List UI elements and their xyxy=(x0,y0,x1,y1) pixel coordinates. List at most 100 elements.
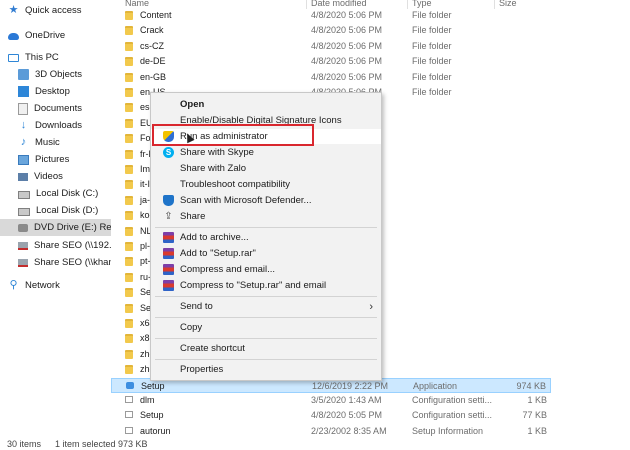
sidebar-item-label: Music xyxy=(35,137,60,148)
file-date: 4/8/2020 5:06 PM xyxy=(311,56,383,67)
folder-icon xyxy=(125,88,133,97)
file-size: 1 KB xyxy=(527,395,547,405)
menu-item-label: Open xyxy=(180,99,205,110)
videos-icon xyxy=(18,172,28,181)
menu-item-label: Scan with Microsoft Defender... xyxy=(180,195,312,206)
menu-item[interactable]: Open xyxy=(151,97,381,112)
sidebar-item[interactable]: Share SEO (\\192.16 xyxy=(0,237,111,254)
cloud-icon xyxy=(8,33,19,40)
defender-icon xyxy=(163,195,174,206)
file-name: autorun xyxy=(140,425,171,436)
file-row[interactable]: Setup 4/8/2020 5:05 PM Configuration setti… xyxy=(111,408,551,423)
network-icon: ⚲ xyxy=(9,279,18,291)
menu-item[interactable]: Share with Zalo xyxy=(151,161,381,176)
sidebar-item[interactable]: ⚲ Network xyxy=(0,277,111,294)
sidebar-item[interactable]: Local Disk (D:) xyxy=(0,202,111,219)
file-type: File folder xyxy=(412,25,452,36)
file-row[interactable]: en-GB 4/8/2020 5:06 PM File folder xyxy=(111,70,551,85)
file-date: 12/6/2019 2:22 PM xyxy=(312,380,389,391)
file-type: File folder xyxy=(412,56,452,67)
sidebar-item[interactable]: Videos xyxy=(0,168,111,185)
file-date: 4/8/2020 5:05 PM xyxy=(311,410,383,421)
folder-icon xyxy=(125,319,133,328)
menu-item-label: Add to archive... xyxy=(180,232,249,243)
column-header-name[interactable]: Name xyxy=(125,0,149,8)
file-type: Configuration setti... xyxy=(412,410,493,421)
folder-icon xyxy=(125,242,133,251)
menu-item[interactable]: S Share with Skype xyxy=(151,145,381,160)
menu-item-label: Copy xyxy=(180,322,203,333)
sidebar-item[interactable]: ♪ Music xyxy=(0,134,111,151)
menu-item[interactable]: Properties xyxy=(151,362,381,377)
sidebar-item[interactable]: OneDrive xyxy=(0,27,111,44)
selection-info: 1 item selected 973 KB xyxy=(55,439,148,449)
sidebar-item-label: DVD Drive (E:) Revit xyxy=(34,222,111,233)
sidebar-item[interactable]: ★ Quick access xyxy=(0,2,111,19)
menu-item-label: Troubleshoot compatibility xyxy=(180,179,291,190)
sidebar-item[interactable]: This PC xyxy=(0,49,111,66)
sidebar-item[interactable]: Pictures xyxy=(0,151,111,168)
sidebar-item[interactable]: ↓ Downloads xyxy=(0,117,111,134)
menu-item-label: Share with Skype xyxy=(180,147,254,158)
menu-item[interactable]: Scan with Microsoft Defender... xyxy=(151,193,381,208)
file-row[interactable]: dlm 3/5/2020 1:43 AM Configuration setti..… xyxy=(111,393,551,408)
column-header-date-modified[interactable]: Date modified xyxy=(311,0,367,8)
column-header-size[interactable]: Size xyxy=(499,0,517,8)
menu-item[interactable]: Create shortcut xyxy=(151,341,381,356)
folder-icon xyxy=(125,11,133,20)
file-icon xyxy=(125,411,133,419)
file-row[interactable]: cs-CZ 4/8/2020 5:06 PM File folder xyxy=(111,39,551,54)
star-icon: ★ xyxy=(8,4,19,16)
menu-item-label: Create shortcut xyxy=(180,343,245,354)
menu-item[interactable]: Add to archive... xyxy=(151,230,381,245)
sidebar-item-label: Network xyxy=(25,280,60,291)
menu-item[interactable]: Add to "Setup.rar" xyxy=(151,246,381,261)
file-name: Setup xyxy=(140,410,164,421)
folder-icon xyxy=(125,134,133,144)
sidebar-item-label: Videos xyxy=(34,171,63,182)
file-name: Setup xyxy=(141,380,165,391)
sidebar-item-label: Downloads xyxy=(35,120,82,131)
file-row[interactable]: de-DE 4/8/2020 5:06 PM File folder xyxy=(111,54,551,69)
vertical-scrollbar[interactable] xyxy=(614,0,630,436)
menu-item-label: Send to xyxy=(180,301,213,312)
file-name: Content xyxy=(140,10,172,20)
file-date: 4/8/2020 5:06 PM xyxy=(311,71,383,82)
menu-item[interactable]: Copy xyxy=(151,320,381,335)
file-name: cs-CZ xyxy=(140,40,164,51)
folder-icon xyxy=(125,195,133,205)
menu-item[interactable]: Send to › xyxy=(151,299,381,314)
file-row[interactable]: Content 4/8/2020 5:06 PM File folder xyxy=(111,8,551,23)
sidebar-item-label: Desktop xyxy=(35,86,70,97)
sidebar-item[interactable]: 3D Objects xyxy=(0,66,111,83)
menu-item[interactable]: Compress and email... xyxy=(151,262,381,277)
sidebar-item[interactable]: Documents xyxy=(0,100,111,117)
file-icon xyxy=(125,426,133,434)
computer-icon xyxy=(8,53,19,62)
file-name: de-DE xyxy=(140,56,166,67)
folder-icon xyxy=(125,118,133,128)
sidebar-item[interactable]: Local Disk (C:) xyxy=(0,185,111,202)
file-size: 1 KB xyxy=(527,425,547,436)
file-date: 4/8/2020 5:06 PM xyxy=(311,25,383,36)
menu-separator xyxy=(155,296,377,297)
file-size: 77 KB xyxy=(522,410,547,421)
column-header-type[interactable]: Type xyxy=(412,0,432,8)
sidebar-item[interactable]: Desktop xyxy=(0,83,111,100)
item-count: 30 items xyxy=(7,439,42,449)
sidebar-item-label: This PC xyxy=(25,52,59,63)
sidebar-item[interactable]: DVD Drive (E:) Revit xyxy=(0,219,111,236)
folder-icon xyxy=(125,349,133,359)
file-row[interactable]: Crack 4/8/2020 5:06 PM File folder xyxy=(111,23,551,38)
share-icon: ⇪ xyxy=(164,211,173,222)
file-name: Crack xyxy=(140,25,164,36)
music-icon: ♪ xyxy=(20,136,27,148)
sidebar-item[interactable]: Share SEO (\\khanh xyxy=(0,254,111,271)
menu-item[interactable]: Troubleshoot compatibility xyxy=(151,177,381,192)
menu-item[interactable]: Compress to "Setup.rar" and email xyxy=(151,278,381,293)
local-disk-icon xyxy=(18,208,30,216)
menu-item[interactable]: ⇪ Share xyxy=(151,209,381,224)
folder-icon xyxy=(125,272,133,282)
folder-icon xyxy=(125,26,133,36)
sidebar-item-label: Documents xyxy=(34,103,83,114)
